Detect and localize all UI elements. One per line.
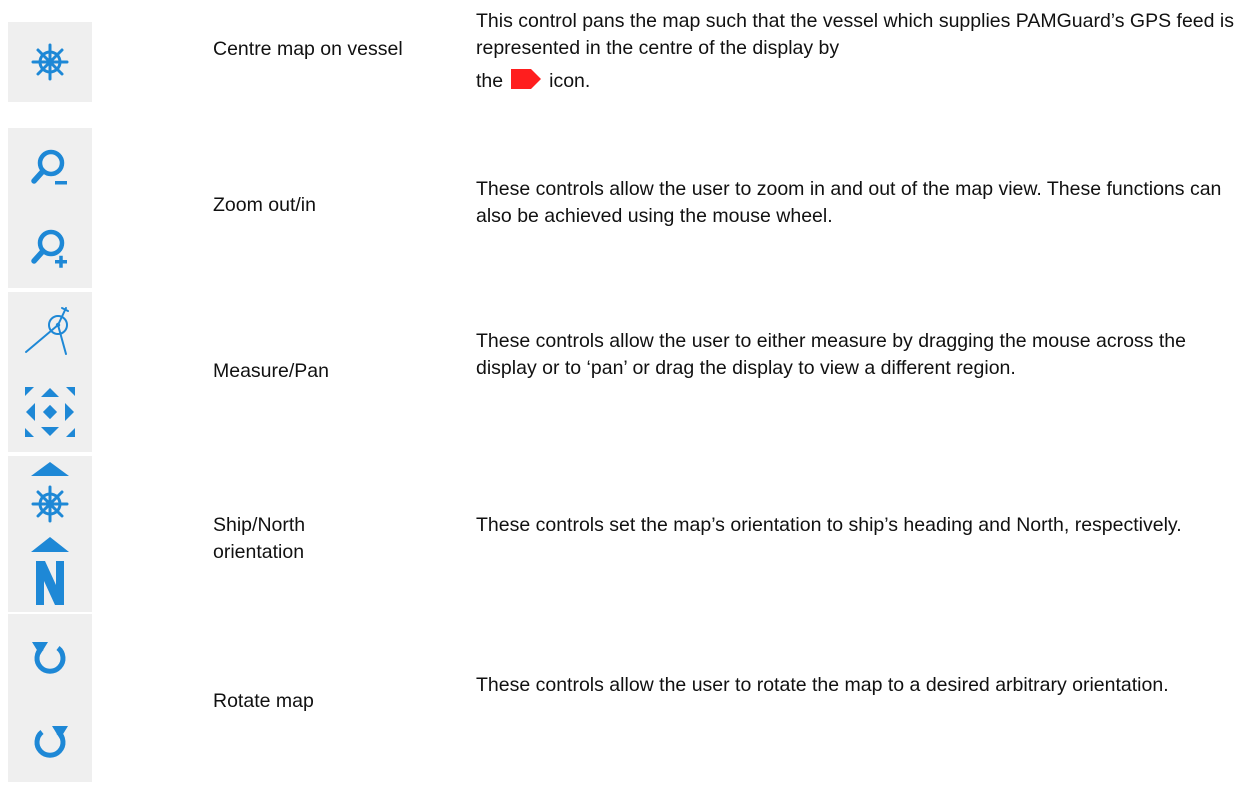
description-measure-pan: These controls allow the user to either … bbox=[476, 330, 1186, 379]
zoom-in-icon bbox=[31, 229, 67, 268]
description-marker-line: the icon. bbox=[476, 68, 1236, 97]
ship-heading-icon bbox=[31, 462, 69, 523]
description-centre-map: This control pans the map such that the … bbox=[476, 8, 1236, 97]
measure-button[interactable] bbox=[8, 292, 92, 372]
label-centre-map: Centre map on vessel bbox=[213, 38, 403, 60]
ship-orientation-button[interactable] bbox=[8, 456, 92, 534]
zoom-out-icon bbox=[31, 149, 67, 185]
pan-arrows-icon bbox=[25, 387, 75, 437]
rotate-clockwise-icon bbox=[34, 726, 68, 758]
row-measure-pan: Measure/Pan These controls allow the use… bbox=[0, 292, 1244, 452]
description-rotate: These controls allow the user to rotate … bbox=[476, 674, 1169, 696]
row-orientation: Ship/North orientation These controls se… bbox=[0, 456, 1244, 612]
zoom-in-button[interactable] bbox=[8, 208, 92, 288]
label-orientation: Ship/North orientation bbox=[213, 514, 306, 563]
centre-map-button[interactable] bbox=[8, 22, 92, 102]
description-text: This control pans the map such that the … bbox=[476, 10, 1234, 59]
label-measure-pan: Measure/Pan bbox=[213, 360, 329, 382]
pan-button[interactable] bbox=[8, 372, 92, 452]
description-text: the bbox=[476, 70, 504, 92]
zoom-out-button[interactable] bbox=[8, 128, 92, 208]
row-zoom: Zoom out/in These controls allow the use… bbox=[0, 128, 1244, 288]
description-zoom: These controls allow the user to zoom in… bbox=[476, 178, 1222, 227]
description-text: icon. bbox=[549, 70, 591, 92]
north-up-icon bbox=[31, 537, 69, 605]
ship-wheel-icon bbox=[31, 43, 69, 81]
row-rotate: Rotate map These controls allow the user… bbox=[0, 614, 1244, 782]
red-vessel-marker-icon bbox=[511, 69, 542, 97]
row-centre-map: Centre map on vessel This control pans t… bbox=[0, 0, 1244, 125]
measure-compass-icon bbox=[25, 307, 69, 355]
label-zoom: Zoom out/in bbox=[213, 194, 316, 216]
rotate-counterclockwise-icon bbox=[32, 642, 66, 674]
rotate-clockwise-button[interactable] bbox=[8, 698, 92, 782]
label-rotate: Rotate map bbox=[213, 690, 314, 712]
description-orientation: These controls set the map’s orientation… bbox=[476, 514, 1182, 536]
rotate-counterclockwise-button[interactable] bbox=[8, 614, 92, 698]
north-orientation-button[interactable] bbox=[8, 534, 92, 612]
